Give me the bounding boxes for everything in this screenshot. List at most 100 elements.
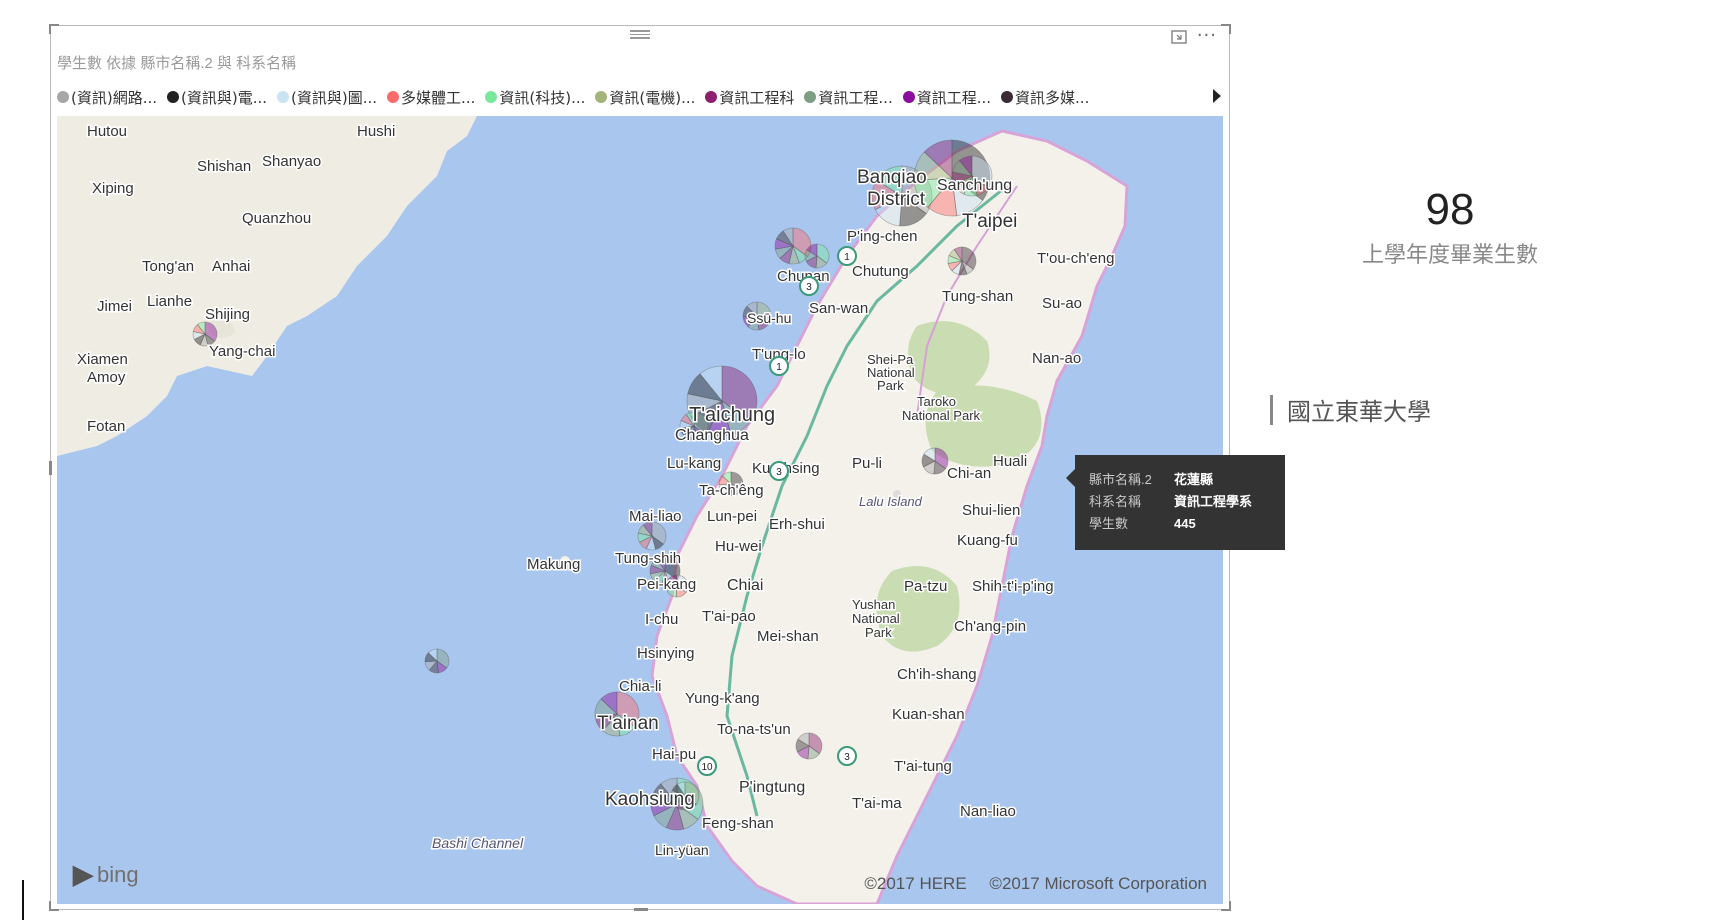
map-place-label: Hu-wei	[715, 538, 762, 555]
slicer-selected-value[interactable]: 國立東華大學	[1287, 392, 1431, 427]
legend-item[interactable]: 資訊工程...	[902, 87, 991, 108]
map-canvas[interactable]: Hutou Shishan Shanyao Hushi Xiping Quanzhou To…	[57, 116, 1223, 904]
map-place-label: Chia-li	[619, 678, 662, 695]
tooltip-row: 學生數 445	[1089, 513, 1271, 535]
more-options-icon[interactable]: ···	[1197, 27, 1217, 45]
resize-handle-top-right[interactable]	[1221, 24, 1231, 34]
legend-item[interactable]: 資訊多媒...	[1001, 87, 1089, 108]
svg-text:3: 3	[776, 467, 782, 478]
map-place-label: Changhua	[675, 427, 749, 444]
text-cursor	[22, 880, 24, 920]
map-place-label: Tung-shih	[615, 550, 681, 567]
legend-label: 資訊(電機)...	[609, 88, 696, 107]
map-place-label: I-chu	[645, 611, 678, 628]
map-place-label: Ch'ih-shang	[897, 666, 977, 683]
legend-swatch	[902, 91, 915, 103]
highway-shield-icon: 3	[837, 746, 857, 766]
map-place-label: National	[852, 611, 900, 626]
map-place-label: Feng-shan	[702, 815, 774, 832]
map-place-label: Shijing	[205, 306, 250, 323]
map-place-label: District	[867, 189, 926, 210]
map-place-label: Banqiao	[857, 167, 927, 188]
legend-label: (資訊與)圖...	[291, 88, 378, 107]
map-place-label: Hutou	[87, 123, 127, 140]
highway-shield-icon: 3	[769, 461, 789, 481]
map-tooltip: 縣市名稱.2 花蓮縣 科系名稱 資訊工程學系 學生數 445	[1066, 455, 1285, 550]
resize-handle-left[interactable]	[49, 461, 52, 475]
map-place-label: Park	[877, 378, 904, 393]
pie-bubble[interactable]	[424, 648, 450, 674]
map-place-label: P'ingtung	[739, 779, 805, 796]
legend-item[interactable]: (資訊與)電...	[167, 87, 267, 108]
copyright-microsoft: ©2017 Microsoft Corporation	[989, 874, 1207, 893]
map-place-label: Mai-liao	[629, 508, 682, 525]
map-place-label: Xiamen	[77, 351, 128, 368]
svg-text:1: 1	[844, 252, 850, 263]
map-place-label: Lu-kang	[667, 455, 721, 472]
legend-item[interactable]: 資訊(電機)...	[595, 87, 695, 108]
resize-handle-top-left[interactable]	[49, 24, 59, 34]
map-place-label: Hsinying	[637, 645, 695, 662]
map-place-label: Anhai	[212, 258, 250, 275]
kpi-value: 98	[1425, 185, 1475, 234]
map-place-label: Lianhe	[147, 293, 192, 310]
map-place-label: Taroko	[917, 394, 956, 409]
map-place-label: T'ou-ch'eng	[1037, 250, 1114, 267]
pie-bubble[interactable]	[921, 447, 949, 475]
legend-swatch	[1001, 91, 1014, 103]
map-place-label: Pa-tzu	[904, 578, 947, 595]
legend-swatch	[485, 91, 498, 103]
legend: (資訊)網路... (資訊與)電... (資訊與)圖... 多媒體工... 資訊(科技)…	[57, 86, 1223, 108]
map-place-label: Chiai	[727, 577, 763, 594]
legend-item[interactable]: (資訊與)圖...	[277, 87, 377, 108]
map-place-label: To-na-ts'un	[717, 721, 791, 738]
tooltip-row: 縣市名稱.2 花蓮縣	[1089, 469, 1271, 491]
legend-item[interactable]: (資訊)網路...	[57, 87, 157, 108]
university-slicer[interactable]: 國立東華大學	[1270, 392, 1431, 427]
map-place-label: T'ai-pao	[702, 608, 756, 625]
tooltip-key: 科系名稱	[1089, 494, 1142, 509]
resize-handle-bottom[interactable]	[634, 908, 648, 911]
legend-label: (資訊與)電...	[181, 88, 268, 107]
pie-bubble[interactable]	[804, 243, 830, 269]
pie-bubble[interactable]	[795, 732, 823, 760]
legend-item[interactable]: 多媒體工...	[387, 87, 475, 108]
legend-label: (資訊)網路...	[71, 88, 158, 107]
legend-item[interactable]: 資訊工程科	[705, 87, 794, 108]
map-place-label: Fotan	[87, 418, 125, 435]
svg-text:3: 3	[844, 752, 850, 763]
map-place-label: Yung-k'ang	[685, 690, 760, 707]
map-place-label: T'aichung	[689, 404, 775, 426]
tooltip-value: 445	[1174, 516, 1196, 531]
pie-bubble[interactable]	[637, 521, 667, 551]
map-visual[interactable]: ··· 學生數 依據 縣市名稱.2 與 科系名稱 (資訊)網路... (資訊與)電…	[49, 24, 1231, 911]
legend-item[interactable]: 資訊工程...	[804, 87, 893, 108]
map-place-label: Park	[865, 625, 892, 640]
map-place-label: Tong'an	[142, 258, 194, 275]
bing-logo: ▶ bing	[73, 859, 139, 890]
kpi-card[interactable]: 98 上學年度畢業生數	[1340, 185, 1560, 269]
visual-title: 學生數 依據 縣市名稱.2 與 科系名稱	[57, 55, 297, 72]
legend-item[interactable]: 資訊(科技)...	[485, 87, 585, 108]
tooltip-value: 資訊工程學系	[1174, 494, 1253, 509]
bing-text: bing	[97, 861, 139, 887]
bing-icon: ▶	[73, 859, 93, 889]
map-place-label: Erh-shui	[769, 516, 825, 533]
drag-grip-icon[interactable]	[630, 30, 650, 39]
svg-text:3: 3	[806, 282, 812, 293]
legend-label: 資訊工程科	[719, 88, 795, 107]
map-place-label: Yushan	[852, 597, 895, 612]
chevron-right-icon[interactable]	[1213, 89, 1221, 103]
legend-swatch	[57, 91, 69, 103]
map-place-label: Amoy	[87, 369, 126, 386]
focus-mode-icon[interactable]	[1171, 29, 1187, 44]
svg-text:10: 10	[701, 762, 713, 773]
map-place-label: Hai-pu	[652, 746, 696, 763]
map-place-label: Nan-liao	[960, 803, 1016, 820]
legend-label: 資訊工程...	[818, 88, 893, 107]
svg-text:1: 1	[776, 362, 782, 373]
map-place-label: Lin-yüan	[655, 842, 709, 858]
pie-bubble[interactable]	[947, 246, 977, 276]
highway-shield-icon: 10	[697, 756, 717, 776]
map-place-label: T'ainan	[597, 713, 659, 734]
